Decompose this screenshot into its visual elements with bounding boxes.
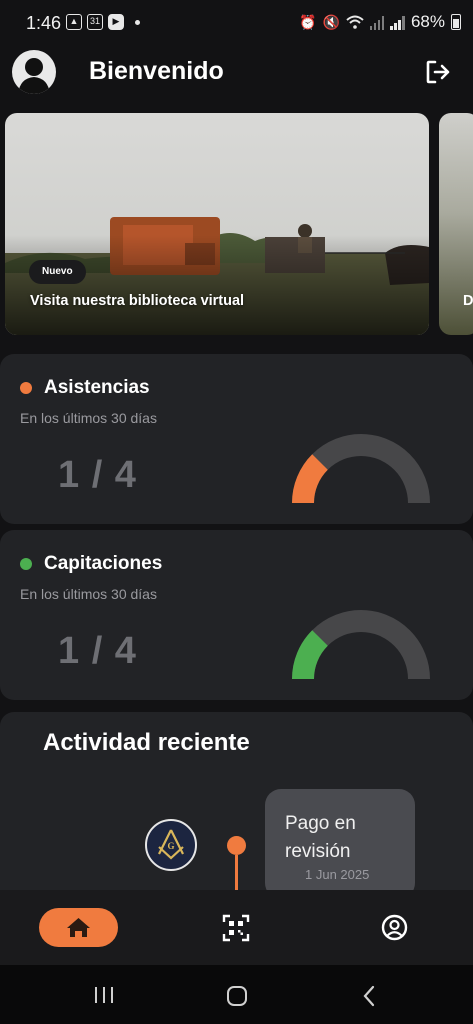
logout-button[interactable] bbox=[424, 58, 452, 86]
profile-icon bbox=[381, 914, 408, 941]
banner-caption: Visita nuestra biblioteca virtual bbox=[30, 293, 245, 309]
capitation-card[interactable]: Capitaciones En los últimos 30 días 1 / … bbox=[0, 530, 473, 700]
card-count: 1 / 4 bbox=[58, 454, 137, 496]
mute-icon: 🔇 bbox=[322, 13, 340, 30]
svg-text:G: G bbox=[167, 841, 174, 851]
page-title: Bienvenido bbox=[89, 57, 224, 85]
status-right: ⏰ 🔇 68% bbox=[299, 12, 461, 32]
nav-profile-button[interactable] bbox=[381, 914, 408, 941]
person-silhouette-icon bbox=[18, 58, 50, 94]
signal-icon bbox=[369, 15, 385, 30]
carousel-next-banner[interactable]: D bbox=[439, 113, 473, 335]
card-count: 1 / 4 bbox=[58, 630, 137, 672]
logout-icon bbox=[426, 60, 450, 84]
qr-scan-icon bbox=[222, 914, 250, 942]
nav-home-button[interactable] bbox=[39, 908, 118, 947]
activity-date: 1 Jun 2025 bbox=[305, 867, 370, 882]
square-compass-icon: G bbox=[158, 829, 184, 860]
attendance-card[interactable]: Asistencias En los últimos 30 días 1 / 4 bbox=[0, 354, 473, 524]
status-dot bbox=[20, 558, 32, 570]
gauge-fill bbox=[292, 630, 329, 680]
progress-gauge bbox=[292, 610, 430, 680]
timeline-line bbox=[235, 855, 238, 891]
battery-icon bbox=[451, 14, 461, 30]
gauge-fill bbox=[292, 454, 329, 504]
calendar-icon: 31 bbox=[87, 14, 103, 30]
status-bar: 1:46 ▲ 31 ▶ ⏰ 🔇 68% bbox=[0, 0, 473, 48]
activity-title: Actividad reciente bbox=[43, 729, 250, 756]
home-nav-icon[interactable] bbox=[226, 985, 248, 1007]
system-nav-bar bbox=[0, 965, 473, 1024]
status-time: 1:46 bbox=[26, 13, 62, 33]
wifi-icon bbox=[346, 15, 364, 29]
timeline-dot bbox=[227, 836, 246, 855]
card-title: Capitaciones bbox=[44, 553, 163, 574]
alarm-icon: ⏰ bbox=[299, 13, 317, 30]
new-badge: Nuevo bbox=[29, 260, 86, 284]
avatar[interactable] bbox=[12, 50, 56, 94]
card-subtitle: En los últimos 30 días bbox=[20, 410, 157, 426]
status-dot bbox=[20, 382, 32, 394]
lodge-logo: G bbox=[145, 819, 197, 871]
progress-gauge bbox=[292, 434, 430, 504]
youtube-icon: ▶ bbox=[108, 14, 124, 30]
home-icon bbox=[67, 918, 90, 937]
card-title: Asistencias bbox=[44, 377, 150, 398]
gallery-icon: ▲ bbox=[66, 14, 82, 30]
back-icon[interactable] bbox=[361, 985, 377, 1007]
more-notifications-icon bbox=[135, 19, 140, 25]
signal-icon-2 bbox=[390, 15, 405, 30]
card-subtitle: En los últimos 30 días bbox=[20, 586, 157, 602]
next-banner-caption: D bbox=[463, 293, 473, 309]
battery-percent: 68% bbox=[410, 12, 445, 31]
recents-icon[interactable] bbox=[93, 986, 115, 1004]
nav-qr-button[interactable] bbox=[222, 914, 250, 942]
notification-icons: ▲ 31 ▶ bbox=[66, 14, 140, 30]
activity-text: Pago en revisión bbox=[285, 813, 356, 862]
